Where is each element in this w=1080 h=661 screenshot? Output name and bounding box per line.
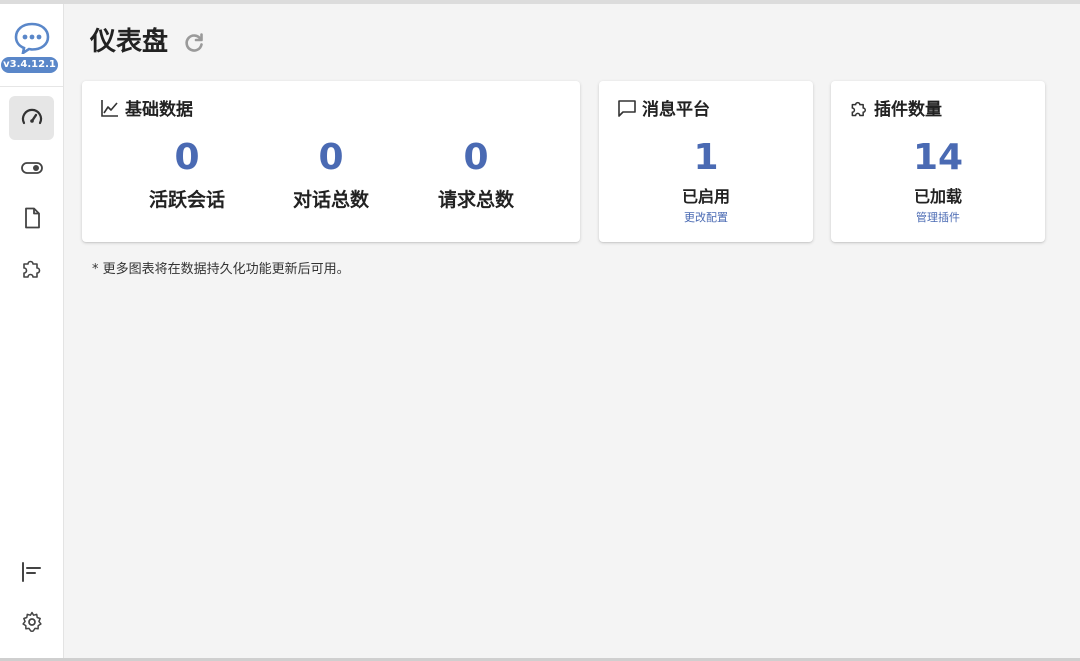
main-content: 仪表盘 基础数据 0 活跃会话 0 对话总数 0 请求总数 消息平台 1 已启用…: [64, 4, 1080, 658]
platform-label: 已启用: [681, 187, 730, 206]
version-badge: v3.4.12.1: [1, 57, 58, 73]
basic-data-header: 基础数据: [100, 95, 193, 120]
stat-value: 0: [463, 137, 489, 178]
gear-icon: [21, 611, 42, 633]
sidebar-item-platforms[interactable]: [9, 146, 54, 190]
line-chart-icon: [101, 99, 118, 117]
refresh-icon[interactable]: [182, 31, 206, 55]
message-platform-title: 消息平台: [642, 100, 710, 120]
stat-active-sessions: 0 活跃会话: [117, 137, 257, 212]
chat-bubble-logo-icon[interactable]: [14, 22, 50, 54]
stat-value: 0: [318, 137, 344, 178]
stat-total-requests: 0 请求总数: [406, 137, 546, 212]
stat-label: 请求总数: [437, 189, 514, 211]
plugins-card: 插件数量 14 已加载 管理插件: [831, 81, 1045, 242]
file-icon: [24, 207, 40, 229]
plugins-stat: 14 已加载 管理插件: [831, 137, 1045, 225]
sidebar-item-settings[interactable]: [9, 600, 54, 644]
sidebar-item-logs[interactable]: [9, 550, 54, 594]
stat-total-conversations: 0 对话总数: [261, 137, 401, 212]
change-config-link[interactable]: 更改配置: [599, 209, 813, 225]
footnote: * 更多图表将在数据持久化功能更新后可用。: [92, 262, 350, 277]
puzzle-icon: [851, 101, 866, 116]
message-square-icon: [618, 99, 636, 117]
plugins-title: 插件数量: [874, 100, 942, 120]
manage-plugins-link[interactable]: 管理插件: [831, 209, 1045, 225]
sidebar-item-dashboard[interactable]: [9, 96, 54, 140]
plugins-header: 插件数量: [849, 95, 942, 120]
plugins-label: 已加载: [913, 187, 962, 206]
basic-data-card: 基础数据 0 活跃会话 0 对话总数 0 请求总数: [82, 81, 580, 242]
platform-stat: 1 已启用 更改配置: [599, 137, 813, 225]
dashboard-gauge-icon: [21, 108, 42, 125]
puzzle-icon: [22, 260, 40, 278]
sidebar: v3.4.12.1: [0, 4, 64, 658]
stat-label: 对话总数: [292, 189, 369, 211]
platform-count: 1: [693, 137, 719, 178]
stat-label: 活跃会话: [148, 189, 225, 211]
message-platform-card: 消息平台 1 已启用 更改配置: [599, 81, 813, 242]
sidebar-item-files[interactable]: [9, 196, 54, 240]
align-left-icon: [21, 562, 41, 582]
basic-data-title: 基础数据: [125, 100, 193, 120]
message-platform-header: 消息平台: [617, 95, 710, 120]
toggle-switch-icon: [20, 162, 43, 174]
plugins-count: 14: [912, 137, 964, 178]
sidebar-item-plugins[interactable]: [9, 246, 54, 290]
sidebar-divider: [0, 86, 63, 87]
stat-value: 0: [174, 137, 200, 178]
page-title: 仪表盘: [90, 27, 169, 57]
